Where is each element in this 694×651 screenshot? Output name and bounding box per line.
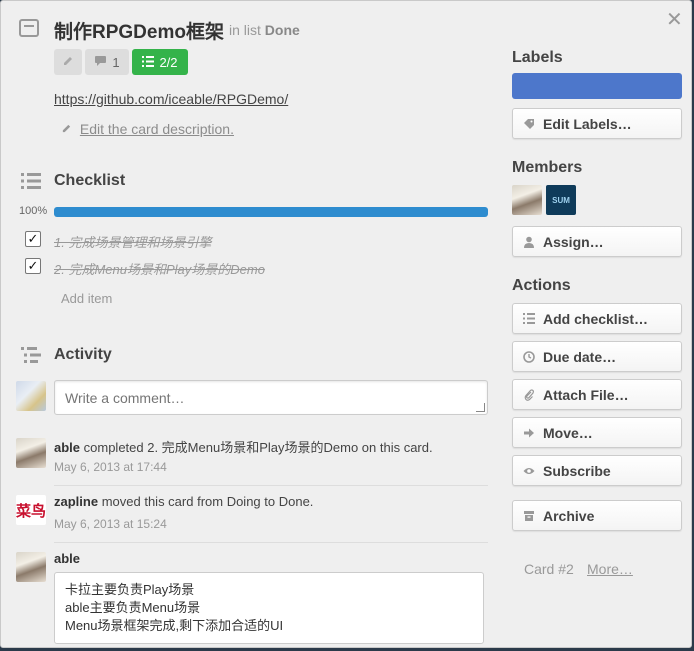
comment-line: Menu场景框架完成,剩下添加合适的UI: [65, 618, 284, 633]
checklist-icon: [21, 172, 41, 190]
member-avatar[interactable]: SUM: [546, 185, 576, 215]
checklist-item[interactable]: 2. 完成Menu场景和Play场景的Demo: [54, 259, 265, 278]
attach-file-button[interactable]: Attach File…: [512, 379, 682, 410]
avatar[interactable]: [16, 438, 46, 468]
checklist-progress-fill: [54, 207, 488, 217]
comments-badge[interactable]: 1: [85, 49, 129, 75]
activity-entry: able: [54, 551, 80, 566]
paperclip-icon: [523, 388, 535, 401]
card-title[interactable]: 制作RPGDemo框架: [54, 17, 224, 44]
activity-icon: [21, 346, 41, 364]
edit-labels-label: Edit Labels…: [543, 115, 632, 132]
archive-icon: [523, 510, 535, 522]
avatar[interactable]: [16, 552, 46, 582]
eye-icon: [523, 465, 535, 477]
assign-button[interactable]: Assign…: [512, 226, 682, 257]
activity-user[interactable]: able: [54, 551, 80, 566]
card-number: Card #2: [524, 561, 574, 577]
clock-icon: [523, 350, 535, 363]
add-item-button[interactable]: Add item: [61, 291, 112, 306]
subscribe-label: Subscribe: [543, 462, 611, 479]
activity-user[interactable]: able: [54, 440, 80, 455]
comments-count: 1: [112, 54, 120, 70]
checklist-icon: [142, 55, 155, 70]
edit-badge[interactable]: [54, 49, 82, 75]
activity-heading: Activity: [54, 346, 112, 363]
checklist-item[interactable]: 1. 完成场景管理和场景引擎: [54, 232, 211, 251]
checklist-progress-bar: [54, 207, 488, 217]
attach-file-label: Attach File…: [543, 386, 629, 403]
move-button[interactable]: Move…: [512, 417, 682, 448]
activity-entry: able completed 2. 完成Menu场景和Play场景的Demo o…: [54, 437, 433, 456]
pencil-icon: [62, 55, 74, 70]
add-checklist-label: Add checklist…: [543, 310, 649, 327]
close-icon[interactable]: ✕: [666, 7, 683, 32]
activity-date[interactable]: May 6, 2013 at 15:24: [54, 517, 167, 531]
activity-text: moved this card from Doing to Done.: [101, 494, 314, 509]
card-icon: [19, 19, 39, 37]
activity-entry: zapline moved this card from Doing to Do…: [54, 494, 313, 509]
edit-labels-button[interactable]: Edit Labels…: [512, 108, 682, 139]
comment-box: [54, 380, 495, 415]
checklist-checkbox[interactable]: ✓: [25, 231, 41, 247]
edit-description-label: Edit the card description.: [79, 121, 234, 137]
label-blue[interactable]: [512, 73, 682, 99]
move-label: Move…: [543, 424, 593, 441]
due-date-button[interactable]: Due date…: [512, 341, 682, 372]
card-description-link[interactable]: https://github.com/iceable/RPGDemo/: [54, 91, 288, 107]
current-user-avatar: [16, 381, 46, 411]
divider: [54, 485, 488, 486]
list-name[interactable]: Done: [265, 22, 300, 38]
archive-label: Archive: [543, 507, 595, 524]
archive-button[interactable]: Archive: [512, 500, 682, 531]
activity-text: completed 2. 完成Menu场景和Play场景的Demo on thi…: [83, 440, 433, 455]
checklist-count: 2/2: [159, 54, 178, 70]
more-link[interactable]: More…: [587, 561, 633, 577]
due-date-label: Due date…: [543, 348, 617, 365]
comment-input[interactable]: [55, 381, 495, 414]
edit-description-link[interactable]: Edit the card description.: [61, 121, 234, 137]
comment-line: able主要负责Menu场景: [65, 600, 201, 615]
divider: [54, 542, 488, 543]
checklist-percent: 100%: [19, 205, 48, 217]
checklist-heading[interactable]: Checklist: [54, 172, 125, 190]
activity-date[interactable]: May 6, 2013 at 17:44: [54, 460, 167, 474]
tag-icon: [523, 118, 535, 130]
add-checklist-button[interactable]: Add checklist…: [512, 303, 682, 334]
user-icon: [523, 236, 535, 248]
activity-user[interactable]: zapline: [54, 494, 98, 509]
card-list-info: in list Done: [229, 22, 300, 38]
labels-heading: Labels: [512, 49, 563, 66]
comment-icon: [94, 55, 107, 70]
assign-label: Assign…: [543, 233, 604, 250]
comment-line: 卡拉主要负责Play场景: [65, 582, 195, 597]
card-detail-window: ✕ 制作RPGDemo框架 in list Done 1 2/2 https:/…: [0, 0, 692, 648]
checklist-badge[interactable]: 2/2: [132, 49, 188, 75]
members-heading: Members: [512, 159, 583, 176]
actions-heading: Actions: [512, 277, 571, 294]
resize-handle-icon[interactable]: [476, 403, 485, 412]
in-list-prefix: in list: [229, 22, 261, 38]
checklist-icon: [523, 313, 535, 325]
member-avatar[interactable]: [512, 185, 542, 215]
comment-body: 卡拉主要负责Play场景 able主要负责Menu场景 Menu场景框架完成,剩…: [54, 572, 484, 644]
arrow-right-icon: [523, 427, 535, 439]
pencil-icon: [61, 121, 76, 137]
checklist-checkbox[interactable]: ✓: [25, 258, 41, 274]
avatar[interactable]: 菜鸟: [16, 495, 46, 525]
subscribe-button[interactable]: Subscribe: [512, 455, 682, 486]
